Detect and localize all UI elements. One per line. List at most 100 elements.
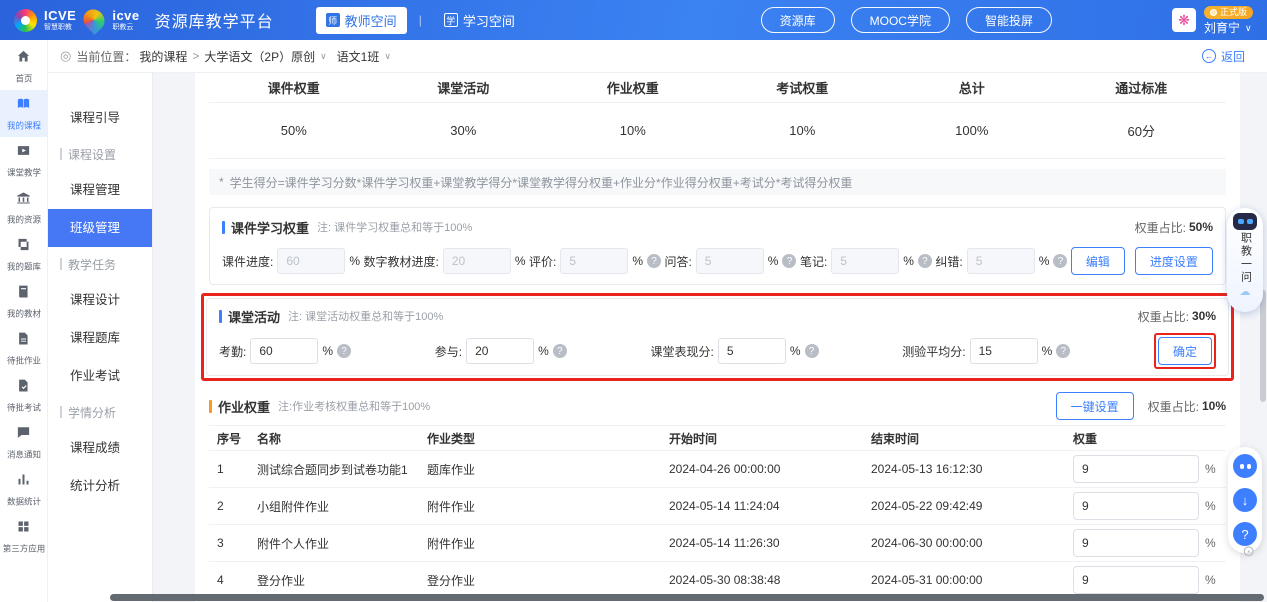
statistics-icon <box>16 472 31 490</box>
resource-library-button[interactable]: 资源库 <box>761 7 835 33</box>
help-icon[interactable]: ? <box>1056 344 1070 358</box>
qa-input[interactable] <box>696 248 764 274</box>
table-row: 3 附件个人作业 附件作业 2024-05-14 11:26:30 2024-0… <box>209 525 1226 562</box>
submenu-item-course-grades[interactable]: 课程成绩 <box>48 429 152 467</box>
sidebar-item-home[interactable]: 首页 <box>0 43 47 90</box>
submenu-item-homework-exams[interactable]: 作业考试 <box>48 357 152 395</box>
attendance-field: 考勤: % ? <box>219 338 351 364</box>
user-area[interactable]: ❋ 正式版 刘育宁 ∨ <box>1172 6 1253 34</box>
sidebar-item-label: 待批考试 <box>7 400 41 413</box>
avatar[interactable]: ❋ <box>1172 8 1196 32</box>
icon-rail-sidebar: 首页 我的课程 课堂教学 我的资源 我的题库 我的教材 待批作业 待批考试 消息… <box>0 40 48 602</box>
percent-suffix: % <box>1205 536 1216 550</box>
row-type: 附件作业 <box>427 498 669 515</box>
vertical-scrollbar-thumb[interactable] <box>1260 290 1266 402</box>
quick-set-button[interactable]: 一键设置 <box>1056 392 1134 420</box>
submenu-item-class-management[interactable]: 班级管理 <box>48 209 152 247</box>
row-start-time: 2024-05-30 08:38:48 <box>669 573 871 587</box>
icve-shell-logo-icon <box>79 5 109 35</box>
breadcrumb-course-select[interactable]: 大学语文（2P）原创 <box>204 48 315 65</box>
weight-summary-values: 50% 30% 10% 10% 100% 60分 <box>209 103 1226 159</box>
row-weight-input[interactable] <box>1073 566 1199 594</box>
help-icon[interactable]: ? <box>553 344 567 358</box>
participation-input[interactable] <box>466 338 534 364</box>
percent-suffix: % <box>1205 499 1216 513</box>
sidebar-item-statistics[interactable]: 数据统计 <box>0 466 47 513</box>
assistant-widget[interactable]: 职教一问 ☁ <box>1227 208 1263 312</box>
field-label: 测验平均分: <box>902 343 965 360</box>
col-no: 序号 <box>209 430 257 447</box>
courseware-progress-input[interactable] <box>277 248 345 274</box>
help-icon[interactable]: ? <box>647 254 661 268</box>
digital-textbook-progress-input[interactable] <box>443 248 511 274</box>
smart-casting-button[interactable]: 智能投屏 <box>966 7 1052 33</box>
help-icon[interactable]: ? <box>805 344 819 358</box>
floating-action-stack: ↓ ? <box>1228 447 1262 553</box>
weight-summary-header: 课件权重 课堂活动 作业权重 考试权重 总计 通过标准 <box>209 73 1226 103</box>
download-icon[interactable]: ↓ <box>1233 488 1257 512</box>
row-no: 1 <box>209 462 257 476</box>
mooc-academy-button[interactable]: MOOC学院 <box>851 7 950 33</box>
notes-input[interactable] <box>831 248 899 274</box>
attendance-input[interactable] <box>250 338 318 364</box>
nav-learning-space[interactable]: 学 学习空间 <box>434 7 525 34</box>
sidebar-item-pending-homework[interactable]: 待批作业 <box>0 325 47 372</box>
col-start-time: 开始时间 <box>669 430 871 447</box>
row-name: 小组附件作业 <box>257 498 427 515</box>
submenu-item-course-question-bank[interactable]: 课程题库 <box>48 319 152 357</box>
weight-share-label: 权重占比: <box>1135 219 1186 236</box>
row-weight-input[interactable] <box>1073 492 1199 520</box>
user-info: 正式版 刘育宁 ∨ <box>1204 6 1253 34</box>
sidebar-item-notifications[interactable]: 消息通知 <box>0 419 47 466</box>
class-performance-input[interactable] <box>718 338 786 364</box>
sidebar-item-classroom-teaching[interactable]: 课堂教学 <box>0 137 47 184</box>
progress-settings-button[interactable]: 进度设置 <box>1135 247 1213 275</box>
breadcrumb-class-select[interactable]: 语文1班 <box>337 48 380 65</box>
nav-teacher-space[interactable]: 师 教师空间 <box>316 7 407 34</box>
sidebar-item-my-resources[interactable]: 我的资源 <box>0 184 47 231</box>
percent-suffix: % <box>768 254 779 268</box>
evaluation-input[interactable] <box>560 248 628 274</box>
sidebar-item-third-party-apps[interactable]: 第三方应用 <box>0 513 47 560</box>
error-correction-input[interactable] <box>967 248 1035 274</box>
submenu-item-statistical-analysis[interactable]: 统计分析 <box>48 467 152 505</box>
customer-service-icon[interactable] <box>1233 454 1257 478</box>
logo-group: ICVE 智慧职教 icve 职教云 资源库教学平台 <box>14 8 274 32</box>
sidebar-item-pending-exams[interactable]: 待批考试 <box>0 372 47 419</box>
evaluation-field: 评价: % ? <box>529 248 661 274</box>
sidebar-item-my-courses[interactable]: 我的课程 <box>0 90 47 137</box>
help-icon[interactable]: ? <box>337 344 351 358</box>
horizontal-scrollbar-thumb[interactable] <box>110 594 1264 601</box>
help-icon[interactable]: ? <box>1053 254 1067 268</box>
target-icon[interactable]: ⊙ <box>1242 542 1255 560</box>
sidebar-item-label: 待批作业 <box>7 353 41 366</box>
chevron-down-icon[interactable]: ∨ <box>320 51 327 62</box>
edit-button[interactable]: 编辑 <box>1071 247 1125 275</box>
chevron-down-icon[interactable]: ∨ <box>384 51 391 62</box>
help-icon[interactable]: ? <box>918 254 932 268</box>
confirm-button[interactable]: 确定 <box>1158 337 1212 365</box>
help-icon[interactable]: ? <box>782 254 796 268</box>
row-weight-input[interactable] <box>1073 455 1199 483</box>
submenu-item-course-management[interactable]: 课程管理 <box>48 171 152 209</box>
col-name: 名称 <box>257 430 427 447</box>
weight-share-value: 50% <box>1189 220 1213 234</box>
summary-val-courseware: 50% <box>209 123 379 138</box>
back-button[interactable]: ← 返回 <box>1202 48 1245 65</box>
breadcrumb-my-courses[interactable]: 我的课程 <box>139 48 187 65</box>
submenu-item-course-design[interactable]: 课程设计 <box>48 281 152 319</box>
quiz-average-input[interactable] <box>970 338 1038 364</box>
row-weight-input[interactable] <box>1073 529 1199 557</box>
score-formula-note: * 学生得分=课件学习分数*课件学习权重+课堂教学得分*课堂教学得分权重+作业分… <box>209 169 1226 195</box>
submenu-item-course-guide[interactable]: 课程引导 <box>48 99 152 137</box>
sidebar-item-my-question-bank[interactable]: 我的题库 <box>0 231 47 278</box>
breadcrumb-bar: ◎ 当前位置： 我的课程 > 大学语文（2P）原创 ∨ 语文1班 ∨ ← 返回 <box>48 40 1267 73</box>
weight-share-label: 权重占比: <box>1148 398 1199 415</box>
sidebar-item-my-textbooks[interactable]: 我的教材 <box>0 278 47 325</box>
formula-asterisk: * <box>219 175 224 189</box>
back-arrow-icon: ← <box>1202 49 1216 63</box>
user-menu[interactable]: 刘育宁 ∨ <box>1204 22 1252 34</box>
percent-suffix: % <box>538 344 549 358</box>
sidebar-item-label: 消息通知 <box>7 447 41 460</box>
icve-logo-text: ICVE 智慧职教 <box>44 9 76 31</box>
